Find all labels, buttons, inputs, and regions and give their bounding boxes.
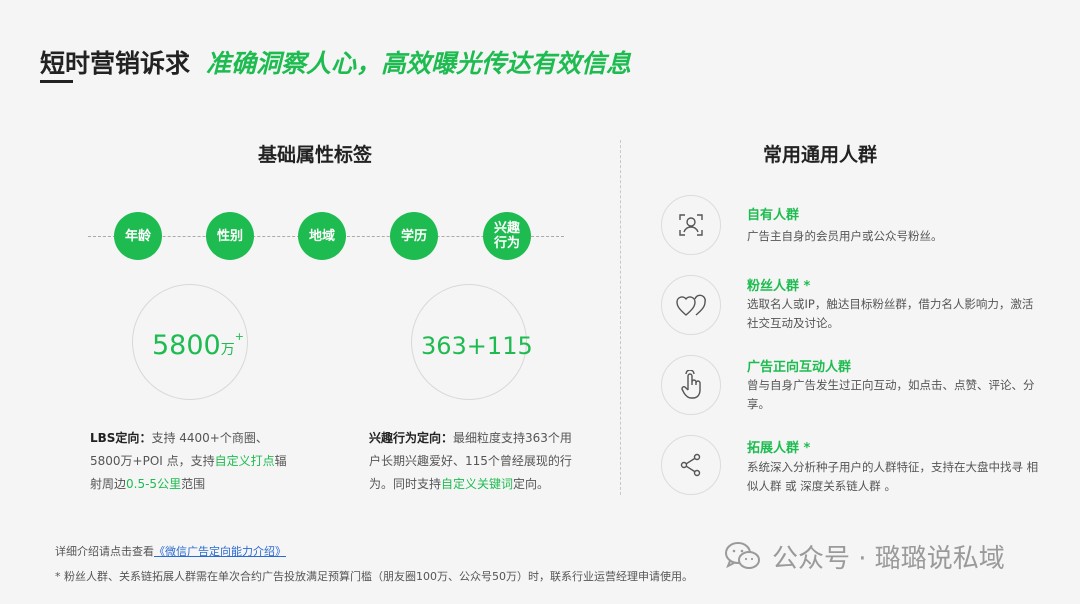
interest-description: 兴趣行为定向：最细粒度支持363个用户长期兴趣爱好、115个曾经展现的行为。同时… bbox=[369, 431, 572, 491]
basic-attributes-heading: 基础属性标签 bbox=[258, 144, 373, 166]
tag-gender: 性别 bbox=[206, 212, 254, 260]
page-title: 短时营销诉求 bbox=[40, 49, 191, 78]
watermark-text: 公众号 · 璐璐说私域 bbox=[772, 544, 1005, 574]
title-underline bbox=[40, 80, 73, 83]
user-scan-icon bbox=[679, 214, 703, 236]
audience-fans-title: 粉丝人群 * bbox=[747, 279, 811, 294]
audience-own-desc: 广告主自身的会员用户或公众号粉丝。 bbox=[747, 229, 943, 243]
stat-interest-value: 363+115 bbox=[421, 332, 533, 360]
audience-expand-title: 拓展人群 * bbox=[747, 441, 811, 456]
share-icon bbox=[680, 453, 701, 477]
wechat-icon bbox=[725, 541, 760, 569]
common-audiences-heading: 常用通用人群 bbox=[763, 144, 878, 166]
tag-region: 地域 bbox=[298, 212, 346, 260]
tag-education: 学历 bbox=[390, 212, 438, 260]
audience-expand-icon-circle bbox=[661, 435, 721, 495]
page-subtitle: 准确洞察人心，高效曝光传达有效信息 bbox=[206, 49, 632, 78]
audience-own-icon-circle bbox=[661, 195, 721, 255]
audience-interaction-desc: 曾与自身广告发生过正向互动，如点击、点赞、评论、分享。 bbox=[747, 378, 1035, 411]
section-divider bbox=[620, 140, 621, 495]
hearts-icon bbox=[676, 294, 706, 316]
audience-own-title: 自有人群 bbox=[747, 208, 800, 223]
stat-lbs-value: 5800万+ bbox=[152, 330, 244, 361]
targeting-intro-link[interactable]: 《微信广告定向能力介绍》 bbox=[154, 545, 286, 558]
footer-detail-line: 详细介绍请点击查看《微信广告定向能力介绍》 bbox=[55, 545, 286, 558]
watermark: 公众号 · 璐璐说私域 bbox=[724, 538, 1005, 575]
hand-tap-icon bbox=[681, 370, 701, 399]
audience-expand-desc: 系统深入分析种子用户的人群特征，支持在大盘中找寻 相似人群 或 深度关系链人群 … bbox=[747, 460, 1039, 493]
tag-age: 年龄 bbox=[114, 212, 162, 260]
lbs-description: LBS定向：支持 4400+个商圈、5800万+POI 点，支持自定义打点辐射周… bbox=[90, 431, 287, 491]
audience-fans-icon-circle bbox=[661, 275, 721, 335]
audience-fans-desc: 选取名人或IP，触达目标粉丝群，借力名人影响力，激活社交互动及讨论。 bbox=[747, 297, 1034, 330]
tag-interest-behavior: 兴趣行为 bbox=[483, 212, 531, 260]
audience-interaction-icon-circle bbox=[661, 355, 721, 415]
audience-interaction-title: 广告正向互动人群 bbox=[747, 360, 852, 375]
footer-note: * 粉丝人群、关系链拓展人群需在单次合约广告投放满足预算门槛（朋友圈100万、公… bbox=[55, 570, 693, 583]
